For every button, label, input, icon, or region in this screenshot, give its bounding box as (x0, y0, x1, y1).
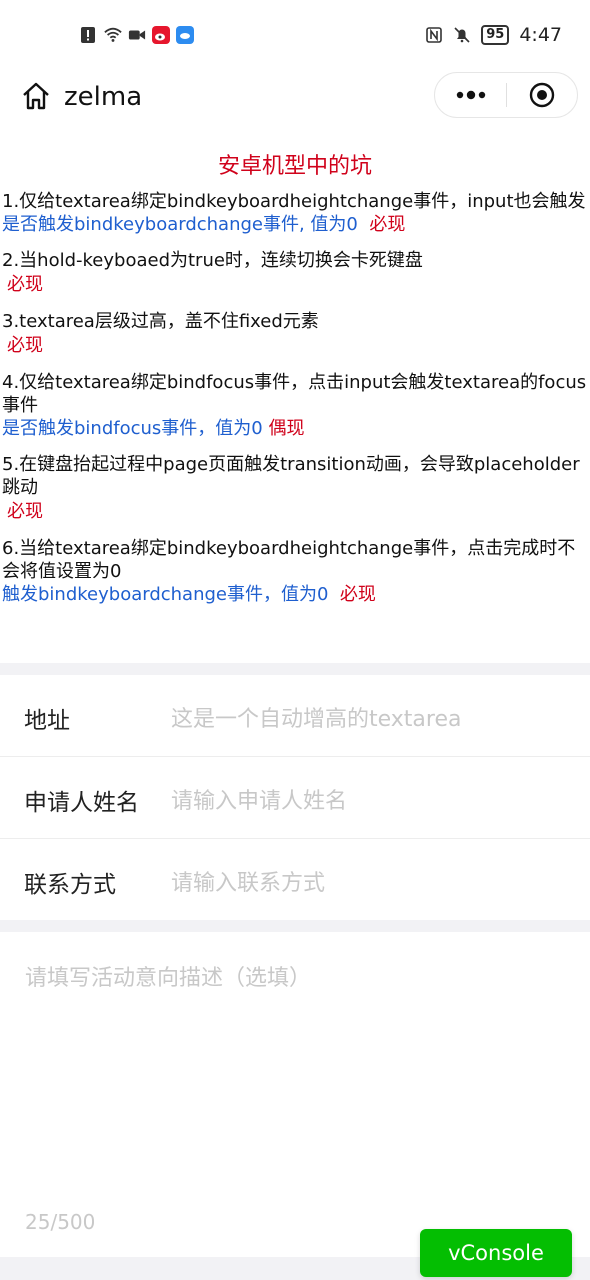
section-divider (0, 663, 590, 675)
alert-icon (81, 27, 95, 43)
note-question: 3.textarea层级过高，盖不住fixed元素 (2, 311, 319, 332)
notes-title: 安卓机型中的坑 (217, 154, 372, 179)
note-flag: 必现 (369, 214, 406, 235)
note-item-4: 4.仅给textarea绑定bindfocus事件，点击input会触发text… (0, 371, 590, 441)
contact-row: 联系方式 请输入联系方式 (0, 839, 590, 921)
vconsole-button[interactable]: vConsole (420, 1229, 572, 1277)
contact-input[interactable]: 请输入联系方式 (171, 865, 325, 897)
close-target-icon[interactable] (529, 82, 555, 108)
note-item-6: 6.当给textarea绑定bindkeyboardheightchange事件… (0, 537, 590, 607)
note-answer-text: 是否触发bindfocus事件，值为0 (2, 418, 263, 439)
name-label: 申请人姓名 (24, 790, 139, 816)
weibo-icon (152, 26, 170, 44)
note-answer-text: 触发bindkeyboardchange事件，值为0 (2, 584, 329, 605)
note-flag: 偶现 (268, 418, 305, 439)
nav-bar: zelma (0, 72, 590, 128)
address-row: 地址 这是一个自动增高的textarea (0, 675, 590, 757)
home-icon[interactable] (20, 80, 52, 112)
note-question: 4.仅给textarea绑定bindfocus事件，点击input会触发text… (2, 372, 587, 416)
battery-indicator: 95 (481, 25, 510, 45)
status-bar: 95 4:47 (0, 0, 590, 72)
application-form: 地址 这是一个自动增高的textarea 申请人姓名 请输入申请人姓名 联系方式… (0, 675, 590, 921)
note-flag: 必现 (7, 501, 43, 522)
wifi-icon (104, 27, 122, 42)
note-flag: 必现 (339, 584, 376, 605)
video-icon (128, 30, 146, 40)
note-question: 1.仅给textarea绑定bindkeyboardheightchange事件… (2, 191, 586, 212)
note-item-1: 1.仅给textarea绑定bindkeyboardheightchange事件… (0, 190, 590, 237)
description-placeholder: 请填写活动意向描述（选填） (25, 966, 312, 991)
name-row: 申请人姓名 请输入申请人姓名 (0, 757, 590, 839)
note-item-2: 2.当hold-keyboaed为true时，连续切换会卡死键盘 必现 (0, 249, 590, 298)
note-flag: 必现 (7, 335, 43, 356)
note-question: 5.在键盘抬起过程中page页面触发transition动画，会导致placeh… (2, 454, 580, 498)
address-label: 地址 (24, 708, 70, 734)
note-answer: 触发bindkeyboardchange事件，值为0 必现 (0, 583, 590, 607)
mini-program-capsule (434, 72, 578, 118)
cloud-icon (176, 26, 194, 44)
page-title: zelma (64, 82, 143, 112)
char-counter: 25/500 (25, 1210, 96, 1234)
note-item-3: 3.textarea层级过高，盖不住fixed元素 必现 (0, 310, 590, 359)
note-answer-text: 是否触发bindkeyboardchange事件, 值为0 (2, 214, 358, 235)
note-answer: 是否触发bindfocus事件，值为0 偶现 (0, 417, 590, 441)
contact-label: 联系方式 (24, 872, 116, 898)
more-icon[interactable] (451, 85, 491, 105)
note-question: 2.当hold-keyboaed为true时，连续切换会卡死键盘 (2, 250, 423, 271)
notes-section: 安卓机型中的坑 1.仅给textarea绑定bindkeyboardheight… (0, 144, 590, 619)
note-flag: 必现 (7, 274, 43, 295)
status-right-icons: 95 4:47 (425, 24, 562, 46)
address-textarea[interactable]: 这是一个自动增高的textarea (171, 701, 461, 733)
nfc-icon (426, 27, 443, 43)
section-divider (0, 920, 590, 932)
name-input[interactable]: 请输入申请人姓名 (171, 783, 347, 815)
note-question: 6.当给textarea绑定bindkeyboardheightchange事件… (2, 538, 576, 582)
note-item-5: 5.在键盘抬起过程中page页面触发transition动画，会导致placeh… (0, 453, 590, 525)
description-textarea[interactable]: 请填写活动意向描述（选填） 25/500 (0, 932, 590, 1257)
clock: 4:47 (519, 24, 562, 46)
capsule-divider (506, 83, 507, 107)
status-left-icons (80, 26, 194, 44)
bell-off-icon (454, 27, 470, 43)
note-answer: 是否触发bindkeyboardchange事件, 值为0 必现 (0, 213, 590, 237)
